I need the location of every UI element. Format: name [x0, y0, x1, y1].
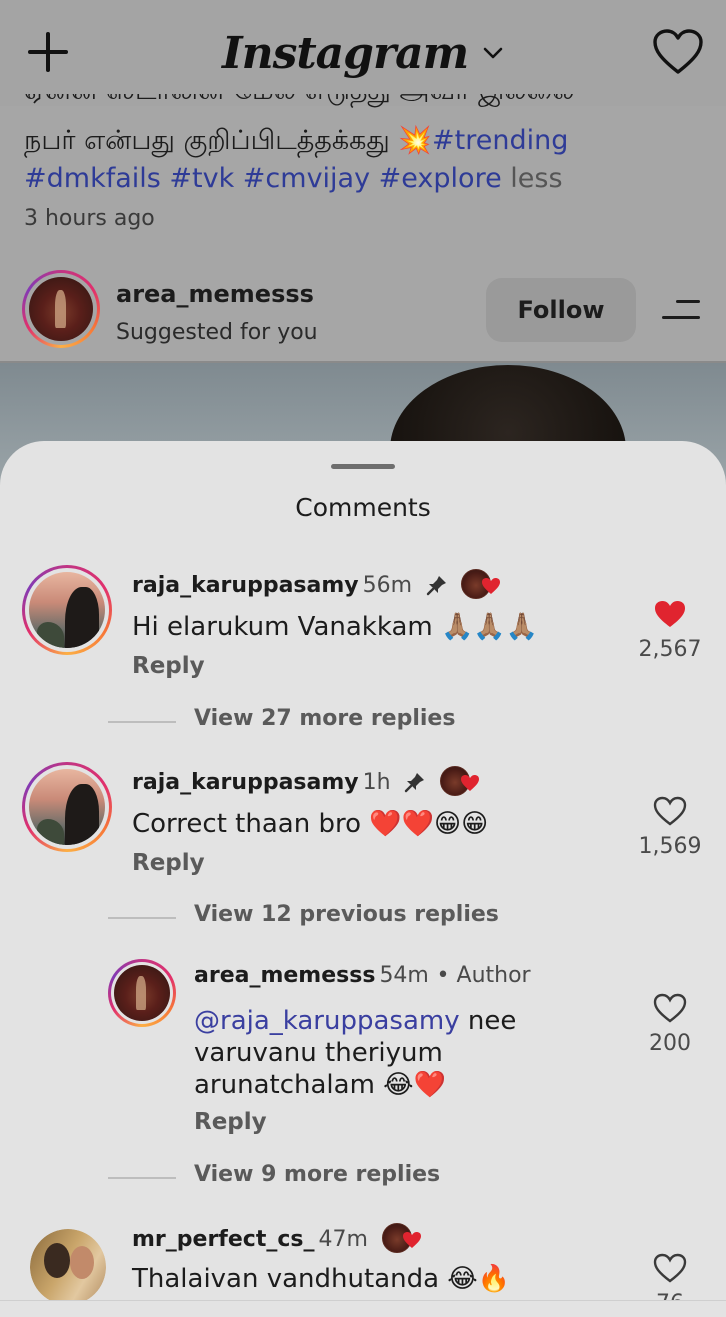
avatar[interactable] — [22, 565, 112, 655]
author-label: Author — [456, 963, 531, 988]
avatar-image — [29, 769, 105, 845]
bottom-edge — [0, 1300, 726, 1317]
suggested-username[interactable]: area_memesss — [116, 280, 314, 308]
hashtag-links[interactable]: #dmkfails #tvk #cmvijay #explore — [24, 163, 502, 194]
heart-icon[interactable] — [653, 993, 687, 1023]
post-caption: நபர் என்பது குறிப்பிடத்தக்கது 💥#trending… — [24, 122, 704, 198]
comment-text: Thalaivan vandhutanda 😂🔥 — [132, 1264, 511, 1294]
hashtag-link[interactable]: #trending — [432, 125, 568, 156]
comment-text-line: varuvanu theriyum — [194, 1038, 443, 1068]
follow-button[interactable]: Follow — [486, 278, 636, 342]
plus-icon[interactable] — [26, 30, 70, 74]
view-replies-label[interactable]: View 12 previous replies — [194, 902, 499, 927]
view-replies[interactable]: View 9 more replies — [0, 1162, 726, 1192]
caption-less-link[interactable]: less — [510, 163, 562, 194]
post-timestamp: 3 hours ago — [24, 206, 155, 231]
brand-switcher[interactable]: Instagram — [222, 20, 504, 86]
app-logo: Instagram — [222, 27, 469, 79]
comment-time: 54m — [379, 963, 429, 988]
comment-time: 47m — [318, 1227, 368, 1252]
avatar[interactable] — [22, 270, 100, 348]
avatar-image — [30, 1229, 106, 1305]
comment-like[interactable]: 200 — [634, 993, 706, 1056]
comments-sheet: Comments raja_karuppasamy 56m Hi elarukum… — [0, 441, 726, 1317]
comment-time: 1h — [362, 770, 391, 795]
comment-username[interactable]: mr_perfect_cs_ — [132, 1227, 314, 1252]
avatar-image — [29, 572, 105, 648]
heart-icon — [460, 775, 479, 791]
comment-text: Hi elarukum Vanakkam 🙏🏽🙏🏽🙏🏽 — [132, 612, 539, 642]
like-count: 1,569 — [638, 834, 702, 859]
view-replies-label[interactable]: View 9 more replies — [194, 1162, 440, 1187]
author-liked-badge — [439, 766, 480, 796]
comment-text: @raja_karuppasamy nee varuvanu theriyum … — [194, 1005, 516, 1101]
comment-time: 56m — [362, 573, 413, 598]
avatar-image — [114, 965, 170, 1021]
reply-button[interactable]: Reply — [194, 1109, 267, 1135]
heart-icon — [482, 578, 501, 594]
avatar[interactable] — [108, 959, 176, 1027]
pin-icon — [426, 576, 446, 596]
comment-username[interactable]: raja_karuppasamy — [132, 770, 359, 795]
pin-icon — [405, 773, 425, 793]
chevron-down-icon — [483, 47, 503, 59]
comment-text-line: arunatchalam 😂❤️ — [194, 1070, 446, 1100]
comment-like[interactable]: 1,569 — [634, 796, 706, 859]
thread-line — [108, 721, 176, 723]
sheet-title: Comments — [295, 493, 431, 522]
thread-line — [108, 1177, 176, 1179]
caption-text: நபர் என்பது குறிப்பிடத்தக்கது 💥 — [24, 125, 433, 156]
heart-icon[interactable] — [653, 796, 687, 826]
view-replies-label[interactable]: View 27 more replies — [194, 706, 455, 731]
thread-line — [108, 917, 176, 919]
heart-icon[interactable] — [653, 599, 687, 629]
author-liked-badge — [461, 569, 501, 599]
like-count: 2,567 — [638, 637, 702, 662]
suggested-subtitle: Suggested for you — [116, 320, 318, 345]
avatar[interactable] — [22, 762, 112, 852]
heart-icon[interactable] — [652, 28, 704, 76]
reply-button[interactable]: Reply — [132, 653, 205, 679]
reply-button[interactable]: Reply — [132, 850, 205, 876]
drag-handle[interactable] — [331, 464, 395, 469]
comment-text: Correct thaan bro ❤️❤️😁😁 — [132, 809, 489, 839]
post-caption-area: ஏன்ன ஸ்டாலின் மேல் எடுத்து அவர் இல்லை நப… — [0, 94, 726, 366]
suggested-account-row: area_memesss Suggested for you Follow — [0, 266, 726, 362]
author-liked-badge — [381, 1223, 422, 1253]
avatar[interactable] — [30, 1229, 106, 1305]
top-bar: Instagram — [0, 0, 726, 106]
comment-username[interactable]: area_memesss — [194, 963, 375, 988]
author-separator: • — [436, 963, 457, 988]
mention-link[interactable]: @raja_karuppasamy — [194, 1006, 460, 1036]
heart-icon — [402, 1232, 421, 1248]
view-replies[interactable]: View 12 previous replies — [0, 902, 726, 932]
avatar-image — [29, 277, 93, 341]
menu-icon[interactable] — [660, 294, 702, 328]
comment-like[interactable]: 2,567 — [634, 599, 706, 662]
view-replies[interactable]: View 27 more replies — [0, 706, 726, 736]
heart-icon[interactable] — [653, 1253, 687, 1283]
like-count: 200 — [649, 1031, 691, 1056]
comment-text-line: nee — [467, 1006, 517, 1036]
caption-cut-line: ஏன்ன ஸ்டாலின் மேல் எடுத்து அவர் இல்லை — [24, 94, 664, 108]
comment-username[interactable]: raja_karuppasamy — [132, 573, 359, 598]
